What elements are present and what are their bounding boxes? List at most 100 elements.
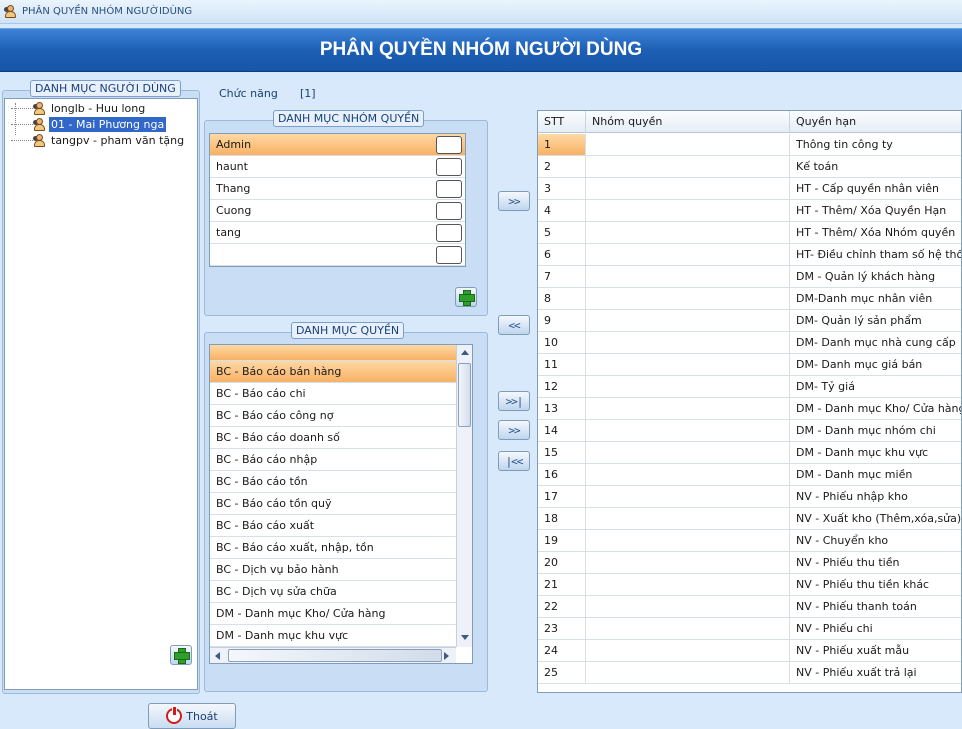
permission-vscrollbar[interactable] <box>456 345 472 647</box>
rights-name-cell[interactable]: NV - Phiếu thanh toán <box>790 596 961 618</box>
rights-stt-cell[interactable]: 9 <box>538 310 586 332</box>
group-row[interactable]: tang <box>210 222 465 244</box>
rights-name-cell[interactable]: HT- Điều chỉnh tham số hệ thống <box>790 244 961 266</box>
rights-group-cell[interactable] <box>586 640 790 662</box>
rights-stt-cell[interactable]: 24 <box>538 640 586 662</box>
rights-group-cell[interactable] <box>586 618 790 640</box>
rights-name-cell[interactable]: HT - Thêm/ Xóa Nhóm quyền <box>790 222 961 244</box>
rights-name-cell[interactable]: NV - Phiếu thu tiền <box>790 552 961 574</box>
rights-name-cell[interactable]: NV - Phiếu chi <box>790 618 961 640</box>
scroll-thumb[interactable] <box>458 363 471 427</box>
rights-stt-cell[interactable]: 19 <box>538 530 586 552</box>
rights-stt-cell[interactable]: 7 <box>538 266 586 288</box>
rights-stt-cell[interactable]: 3 <box>538 178 586 200</box>
group-row[interactable]: Admin <box>210 134 465 156</box>
rights-grid[interactable]: STT Nhóm quyền Quyền hạn 1 Thông tin công… <box>537 110 962 693</box>
rights-name-cell[interactable]: NV - Xuất kho (Thêm,xóa,sửa) <box>790 508 961 530</box>
rights-stt-cell[interactable]: 14 <box>538 420 586 442</box>
group-checkbox[interactable] <box>436 246 462 264</box>
rights-group-cell[interactable] <box>586 420 790 442</box>
scroll-left-icon[interactable] <box>215 652 220 660</box>
rights-stt-cell[interactable]: 2 <box>538 156 586 178</box>
group-row[interactable]: Cuong <box>210 200 465 222</box>
rights-stt-cell[interactable]: 17 <box>538 486 586 508</box>
rights-stt-cell[interactable]: 6 <box>538 244 586 266</box>
rights-stt-cell[interactable]: 16 <box>538 464 586 486</box>
rights-name-cell[interactable]: DM - Danh mục nhóm chi <box>790 420 961 442</box>
rights-group-cell[interactable] <box>586 398 790 420</box>
group-checkbox[interactable] <box>436 202 462 220</box>
group-checkbox[interactable] <box>436 158 462 176</box>
group-checkbox[interactable] <box>436 224 462 242</box>
permission-row[interactable]: BC - Báo cáo doanh số <box>210 427 456 449</box>
rights-stt-cell[interactable]: 25 <box>538 662 586 684</box>
rights-group-cell[interactable] <box>586 662 790 684</box>
permission-row[interactable]: BC - Dịch vụ bảo hành <box>210 559 456 581</box>
rights-stt-cell[interactable]: 13 <box>538 398 586 420</box>
permission-row[interactable]: BC - Báo cáo tồn <box>210 471 456 493</box>
column-header-rights[interactable]: Quyền hạn <box>790 111 961 133</box>
rights-group-cell[interactable] <box>586 244 790 266</box>
tree-item-user[interactable]: tangpv - pham văn tặng <box>5 132 186 148</box>
rights-name-cell[interactable]: NV - Phiếu thu tiền khác <box>790 574 961 596</box>
move-all-right-button[interactable]: >>| <box>498 391 530 411</box>
rights-name-cell[interactable]: NV - Phiếu xuất mẫu <box>790 640 961 662</box>
rights-group-cell[interactable] <box>586 442 790 464</box>
rights-name-cell[interactable]: DM- Tỷ giá <box>790 376 961 398</box>
permission-row[interactable]: BC - Báo cáo xuất <box>210 515 456 537</box>
rights-name-cell[interactable]: Kế toán <box>790 156 961 178</box>
column-header-group[interactable]: Nhóm quyền <box>586 111 790 133</box>
rights-group-cell[interactable] <box>586 376 790 398</box>
users-tree[interactable]: longlb - Huu long 01 - Mai Phương nga ta… <box>4 98 198 690</box>
rights-group-cell[interactable] <box>586 596 790 618</box>
group-row[interactable]: Thang <box>210 178 465 200</box>
rights-stt-cell[interactable]: 11 <box>538 354 586 376</box>
rights-name-cell[interactable]: DM- Danh mục nhà cung cấp <box>790 332 961 354</box>
move-right-button[interactable]: >> <box>498 191 530 211</box>
rights-name-cell[interactable]: NV - Phiếu nhập kho <box>790 486 961 508</box>
rights-group-cell[interactable] <box>586 222 790 244</box>
rights-group-cell[interactable] <box>586 464 790 486</box>
permission-list[interactable]: BC - Báo cáo bán hàng BC - Báo cáo chi B… <box>209 344 473 664</box>
scroll-up-icon[interactable] <box>461 350 469 355</box>
scroll-down-icon[interactable] <box>461 635 469 640</box>
rights-name-cell[interactable]: Thông tin công ty <box>790 134 961 156</box>
permission-row[interactable]: DM - Danh mục Kho/ Cửa hàng <box>210 603 456 625</box>
rights-name-cell[interactable]: DM- Danh mục giá bán <box>790 354 961 376</box>
tree-item-user-selected[interactable]: 01 - Mai Phương nga <box>5 116 167 132</box>
scroll-thumb-h[interactable] <box>228 649 442 662</box>
rights-name-cell[interactable]: HT - Thêm/ Xóa Quyền Hạn <box>790 200 961 222</box>
rights-name-cell[interactable]: HT - Cấp quyền nhân viên <box>790 178 961 200</box>
group-row[interactable] <box>210 244 465 266</box>
rights-stt-cell[interactable]: 5 <box>538 222 586 244</box>
rights-stt-cell[interactable]: 8 <box>538 288 586 310</box>
rights-group-cell[interactable] <box>586 508 790 530</box>
exit-button[interactable]: Thoát <box>148 703 236 729</box>
rights-name-cell[interactable]: DM-Danh mục nhân viên <box>790 288 961 310</box>
rights-group-cell[interactable] <box>586 200 790 222</box>
scroll-right-icon[interactable] <box>444 652 449 660</box>
permission-row[interactable]: BC - Báo cáo bán hàng <box>210 361 456 383</box>
rights-name-cell[interactable]: DM - Danh mục miền <box>790 464 961 486</box>
rights-stt-cell[interactable]: 1 <box>538 134 586 156</box>
permission-row[interactable]: BC - Báo cáo chi <box>210 383 456 405</box>
rights-name-cell[interactable]: DM - Quản lý khách hàng <box>790 266 961 288</box>
rights-name-cell[interactable]: DM- Quản lý sản phẩm <box>790 310 961 332</box>
permission-row[interactable]: BC - Báo cáo công nợ <box>210 405 456 427</box>
rights-group-cell[interactable] <box>586 486 790 508</box>
rights-stt-cell[interactable]: 21 <box>538 574 586 596</box>
permission-row[interactable]: BC - Báo cáo xuất, nhập, tồn <box>210 537 456 559</box>
rights-stt-cell[interactable]: 12 <box>538 376 586 398</box>
rights-group-cell[interactable] <box>586 134 790 156</box>
rights-stt-cell[interactable]: 23 <box>538 618 586 640</box>
group-list[interactable]: Admin haunt Thang Cuong tang <box>209 133 466 267</box>
permission-row[interactable]: BC - Báo cáo tồn quỹ <box>210 493 456 515</box>
rights-group-cell[interactable] <box>586 266 790 288</box>
rights-name-cell[interactable]: NV - Phiếu xuất trả lại <box>790 662 961 684</box>
rights-group-cell[interactable] <box>586 310 790 332</box>
permission-hscrollbar[interactable] <box>210 647 456 663</box>
rights-stt-cell[interactable]: 10 <box>538 332 586 354</box>
column-header-stt[interactable]: STT <box>538 111 586 133</box>
rights-group-cell[interactable] <box>586 530 790 552</box>
move-all-left-button[interactable]: |<< <box>498 451 530 471</box>
